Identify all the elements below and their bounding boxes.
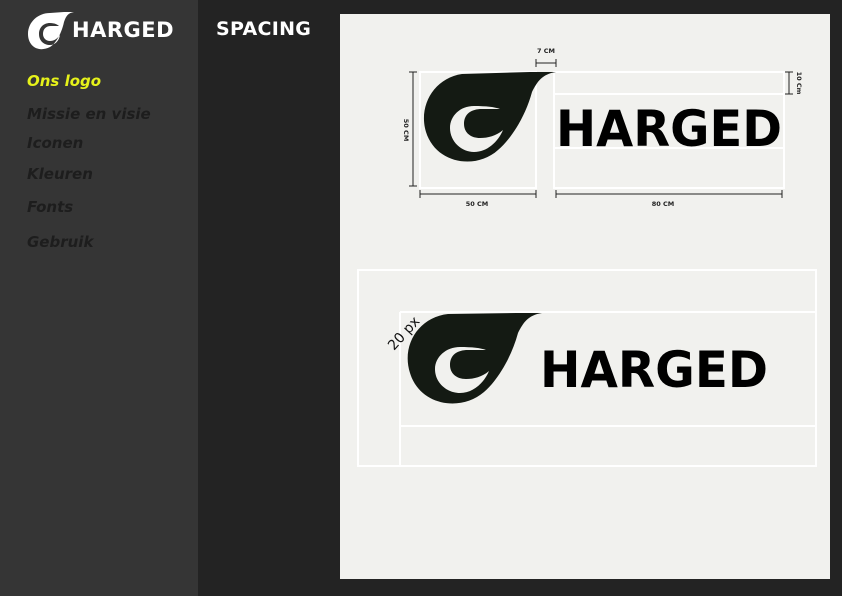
sidebar-item-iconen[interactable]: Iconen [27,134,83,152]
sidebar-item-kleuren[interactable]: Kleuren [27,165,93,183]
dimension-label-bottom-left: 50 CM [466,200,489,208]
spacing-diagram-clearspace: HARGED 20 px [357,269,817,467]
sidebar-item-gebruik[interactable]: Gebruik [27,233,93,251]
logo-wordmark: HARGED [540,341,768,399]
page-title: SPACING [216,18,312,40]
charged-logo-icon [28,12,74,50]
dimension-label-left: 50 CM [402,119,410,142]
brand-logo[interactable]: HARGED [26,10,176,58]
logo-wordmark: HARGED [556,100,782,158]
spacing-canvas: HARGED 7 CM 10 Cm 50 CM 50 CM 80 CM HARG… [340,14,830,579]
sidebar: HARGED Ons logo Missie en visie Iconen K… [0,0,198,596]
sidebar-item-ons-logo[interactable]: Ons logo [27,72,101,90]
dimension-label-right: 10 Cm [795,72,803,95]
sidebar-item-fonts[interactable]: Fonts [27,198,73,216]
brand-wordmark: HARGED [72,18,175,42]
sidebar-item-missie-en-visie[interactable]: Missie en visie [27,105,151,123]
dimension-label-top: 7 CM [537,47,555,55]
spacing-diagram-measurements: HARGED 7 CM 10 Cm 50 CM 50 CM 80 CM [402,47,803,208]
dimension-label-bottom-right: 80 CM [652,200,675,208]
spacing-diagrams: HARGED 7 CM 10 Cm 50 CM 50 CM 80 CM HARG… [357,47,817,467]
charged-logo-icon [407,313,542,404]
